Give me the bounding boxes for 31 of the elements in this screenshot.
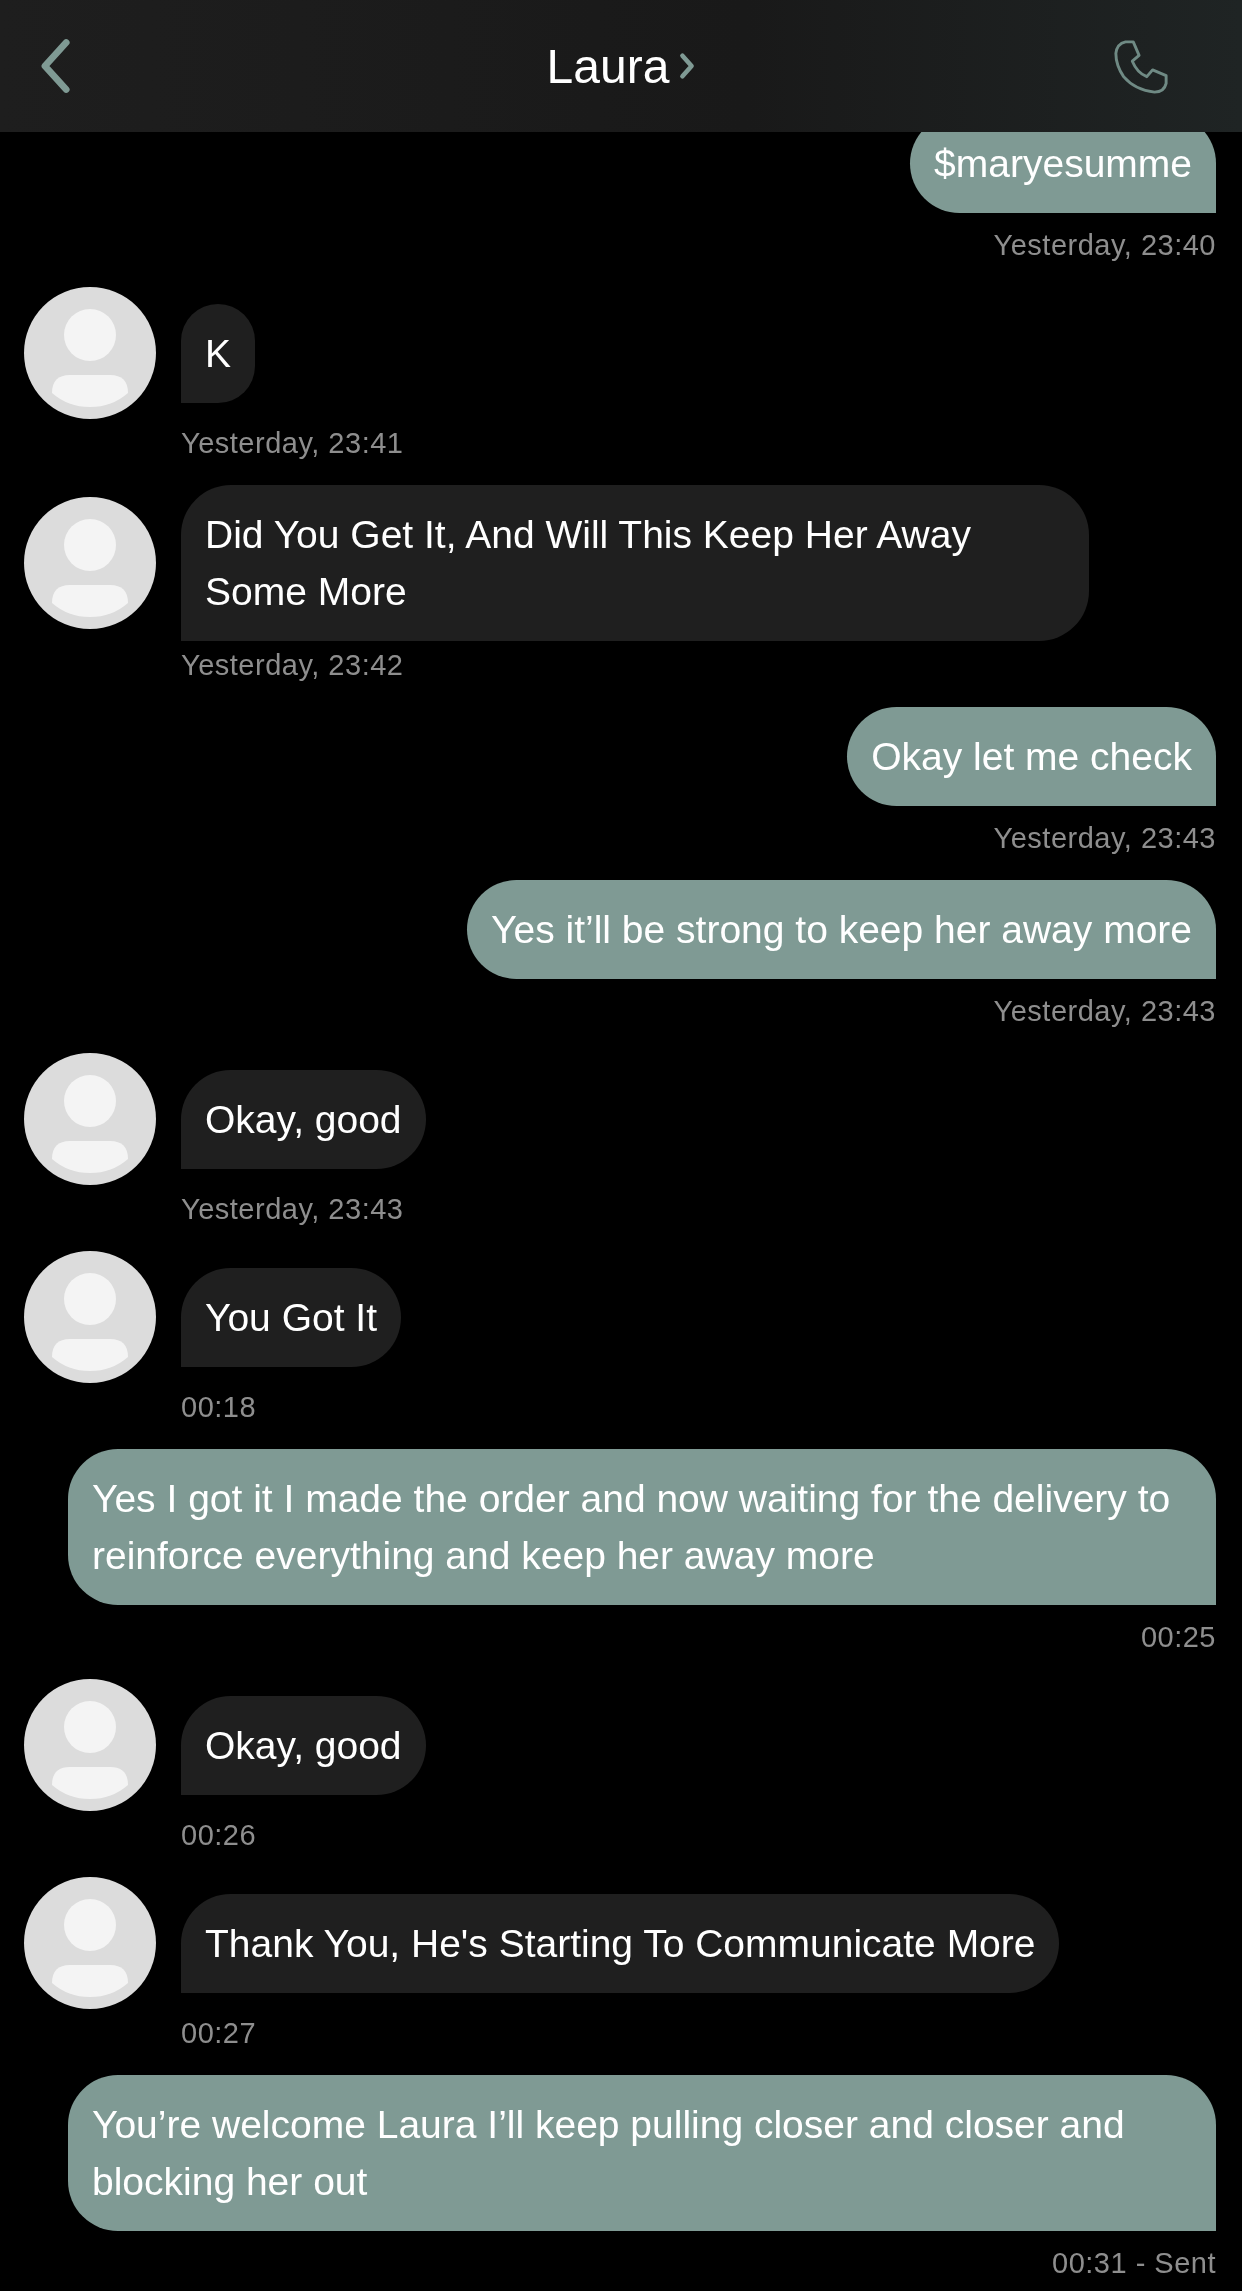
message-bubble: K (181, 303, 255, 403)
message-bubble: Yes I got it I made the order and now waiting for the delivery to reinforce everything and keep her away more (68, 1449, 1216, 1605)
message-bubble: Okay, good (181, 1069, 426, 1169)
message-timestamp: 00:26 (181, 1818, 258, 1853)
message-timestamp: 00:25 (1140, 1620, 1216, 1655)
message-timestamp: Yesterday, 23:43 (993, 821, 1216, 856)
message-timestamp: Yesterday, 23:40 (993, 228, 1216, 263)
message-timestamp: Yesterday, 23:42 (181, 648, 405, 683)
message-bubble: Okay let me check (847, 707, 1216, 806)
contact-name[interactable]: Laura (546, 38, 670, 94)
message-bubble: Yes it’ll be strong to keep her away more (467, 880, 1216, 979)
message-timestamp: 00:31 - Sent (1052, 2246, 1216, 2281)
message-bubble: Did You Get It, And Will This Keep Her Away Some More (181, 485, 1089, 641)
avatar-icon (24, 287, 156, 419)
message-bubble: You’re welcome Laura I’ll keep pulling closer and closer and blocking her out (68, 2075, 1216, 2231)
message-bubble: Okay, good (181, 1695, 426, 1795)
message-timestamp: 00:27 (181, 2016, 258, 2051)
avatar-icon (24, 1679, 156, 1811)
message-bubble: You Got It (181, 1267, 401, 1367)
chevron-icon[interactable] (679, 52, 696, 80)
message-timestamp: 00:18 (181, 1390, 258, 1425)
back-icon[interactable] (38, 38, 72, 94)
message-timestamp: Yesterday, 23:43 (993, 994, 1216, 1029)
avatar-icon (24, 1877, 156, 2009)
message-bubble: Thank You, He's Starting To Communicate More (181, 1893, 1060, 1993)
message-timestamp: Yesterday, 23:43 (181, 1192, 405, 1227)
message-timestamp: Yesterday, 23:41 (181, 426, 405, 461)
avatar-icon (24, 1251, 156, 1383)
avatar-icon (24, 497, 156, 629)
phone-icon[interactable] (1112, 38, 1170, 96)
avatar-icon (24, 1053, 156, 1185)
